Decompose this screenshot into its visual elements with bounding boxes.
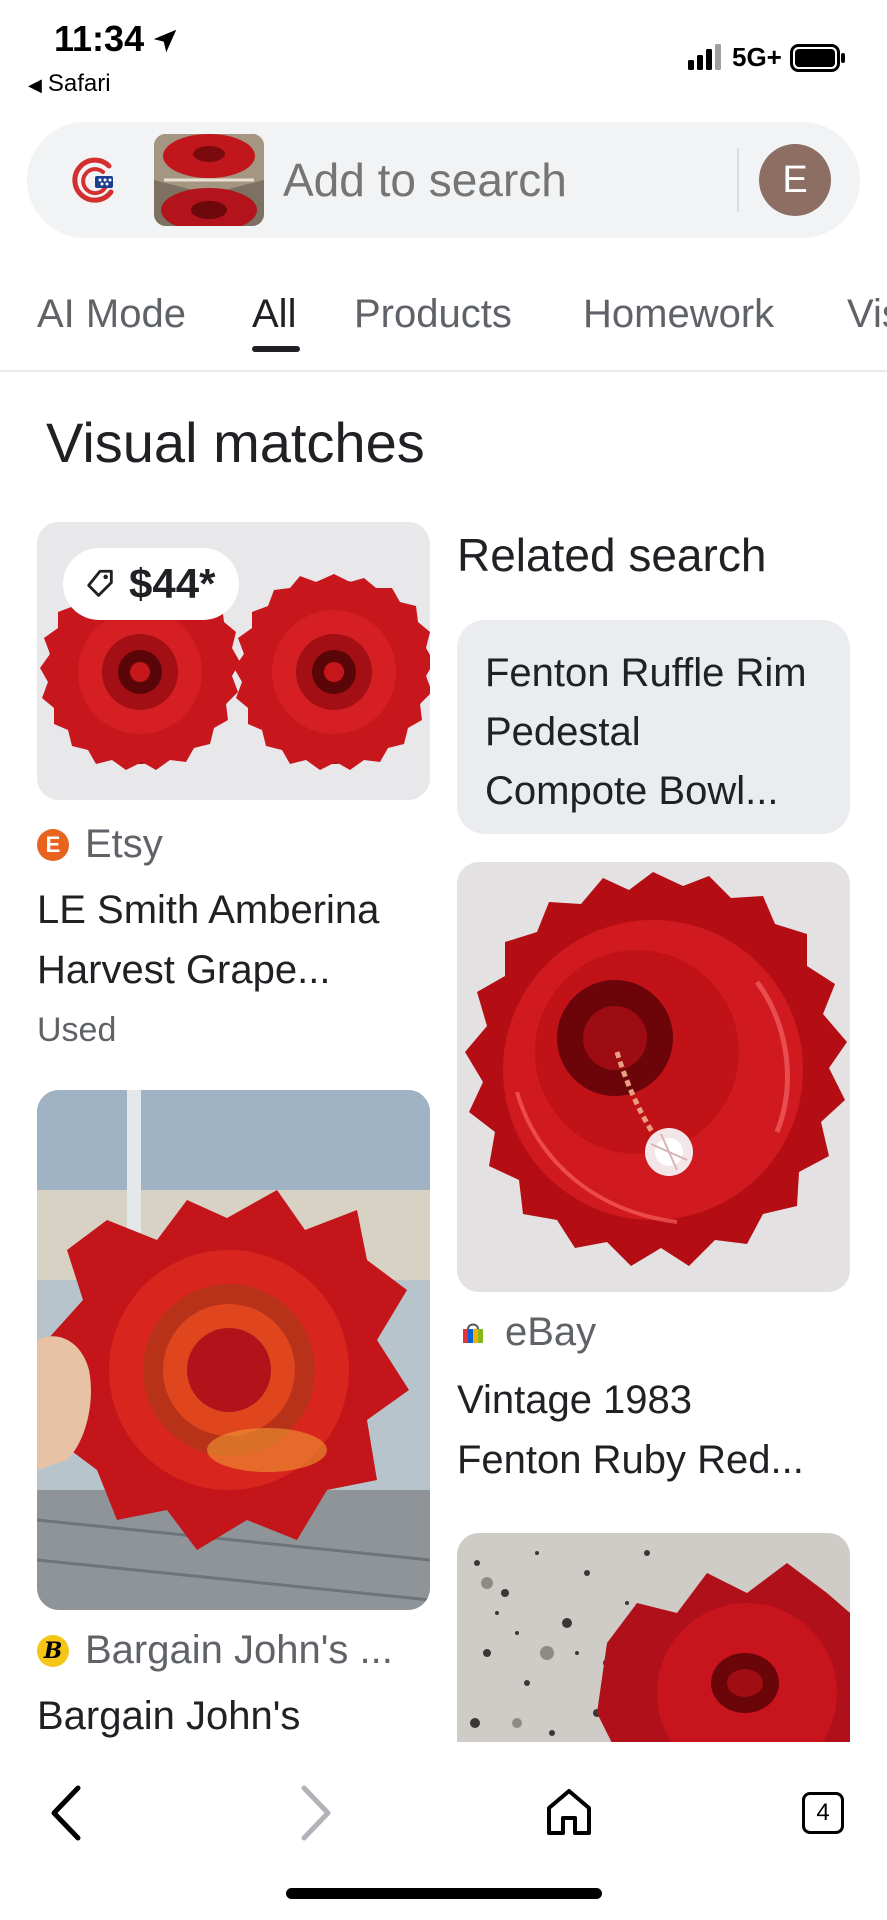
title-line: Harvest Grape... (37, 948, 331, 992)
price-badge: $44* (63, 548, 240, 620)
title-line: Fenton Ruby Red... (457, 1438, 804, 1482)
related-search-chip[interactable]: Fenton Ruffle Rim Pedestal Compote Bowl.… (457, 620, 850, 834)
home-indicator-bar[interactable] (286, 1888, 602, 1899)
back-chevron-icon[interactable] (44, 1780, 88, 1846)
location-arrow-icon (153, 29, 177, 53)
price-tag-icon (87, 569, 113, 597)
forward-chevron-icon[interactable] (294, 1780, 338, 1846)
google-lens-logo-icon[interactable] (65, 152, 121, 208)
result-image-granite-bowl[interactable] (457, 1533, 850, 1753)
title-line: LE Smith Amberina (37, 888, 380, 932)
etsy-favicon-icon: E (37, 828, 69, 861)
price-value: $44* (129, 560, 216, 607)
ebay-favicon-icon (463, 1323, 483, 1343)
status-time: 11:34 (54, 18, 145, 59)
tab-visual[interactable]: Vis (847, 292, 887, 337)
result-title-fenton-ruby[interactable]: Vintage 1983 Fenton Ruby Red... (457, 1370, 857, 1490)
related-line: Compote Bowl... (485, 769, 779, 813)
home-icon[interactable] (544, 1786, 594, 1838)
tab-all[interactable]: All (252, 292, 296, 337)
back-to-app-link[interactable]: ◀ Safari (28, 70, 111, 98)
tab-products[interactable]: Products (354, 292, 512, 337)
source-label: Bargain John's ... (85, 1628, 393, 1672)
search-tabs: AI Mode All Products Homework Vis (0, 280, 887, 372)
result-condition: Used (37, 1011, 117, 1049)
signal-bars-icon (688, 44, 721, 70)
result-title-le-smith[interactable]: LE Smith Amberina Harvest Grape... (37, 880, 437, 1000)
account-avatar[interactable]: E (759, 144, 831, 216)
result-source-etsy[interactable]: E Etsy (37, 822, 163, 867)
related-search-heading: Related search (457, 529, 767, 581)
tab-homework[interactable]: Homework (583, 292, 774, 337)
result-title-bargain-john[interactable]: Bargain John's (37, 1686, 437, 1742)
active-tab-indicator (252, 346, 300, 352)
battery-icon (790, 44, 845, 72)
related-line: Pedestal (485, 710, 641, 754)
crystal-prism (645, 1128, 693, 1176)
status-bar: 11:34 ◀ Safari 5G+ (0, 0, 887, 110)
source-label: eBay (505, 1310, 597, 1354)
title-line: Vintage 1983 (457, 1378, 693, 1422)
result-source-ebay[interactable]: eBay (457, 1310, 596, 1355)
search-input[interactable] (283, 150, 743, 210)
bargain-john-favicon-icon: B (37, 1634, 69, 1667)
search-bar[interactable]: E (27, 122, 860, 238)
search-divider (737, 148, 739, 212)
tabs-count-button[interactable]: 4 (802, 1792, 844, 1834)
result-image-fenton-ruby[interactable] (457, 862, 850, 1292)
tab-ai-mode[interactable]: AI Mode (37, 292, 186, 337)
visual-matches-heading: Visual matches (46, 411, 425, 474)
result-image-bargain-john[interactable] (37, 1090, 430, 1610)
result-source-bargain-john[interactable]: B Bargain John's ... (37, 1628, 437, 1673)
back-app-label: Safari (47, 70, 111, 97)
network-type: 5G+ (732, 42, 782, 72)
back-triangle-icon: ◀ (28, 75, 42, 95)
title-line: Bargain John's (37, 1694, 301, 1738)
result-image-le-smith[interactable]: $44* (37, 522, 430, 800)
source-label: Etsy (85, 822, 163, 866)
query-image-thumbnail[interactable] (154, 134, 264, 226)
related-line: Fenton Ruffle Rim (485, 651, 807, 695)
